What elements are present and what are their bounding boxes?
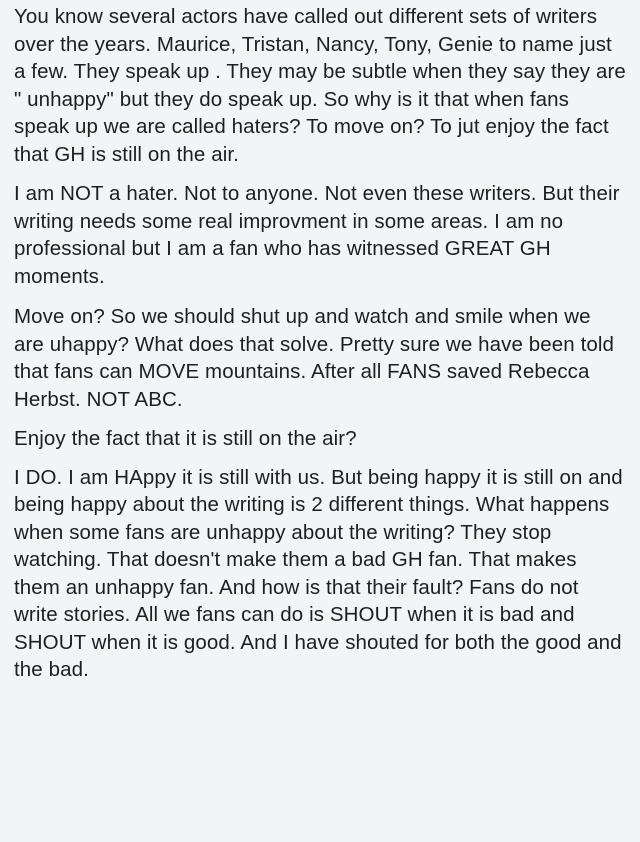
post-paragraph: I DO. I am HAppy it is still with us. Bu… [14,465,623,682]
post-paragraph: You know several actors have called out … [14,5,626,166]
post-paragraph: Enjoy the fact that it is still on the a… [14,427,357,450]
post-paragraph: Move on? So we should shut up and watch … [14,305,615,411]
post-body: You know several actors have called out … [0,0,640,842]
post-paragraph: I am NOT a hater. Not to anyone. Not eve… [14,182,620,288]
